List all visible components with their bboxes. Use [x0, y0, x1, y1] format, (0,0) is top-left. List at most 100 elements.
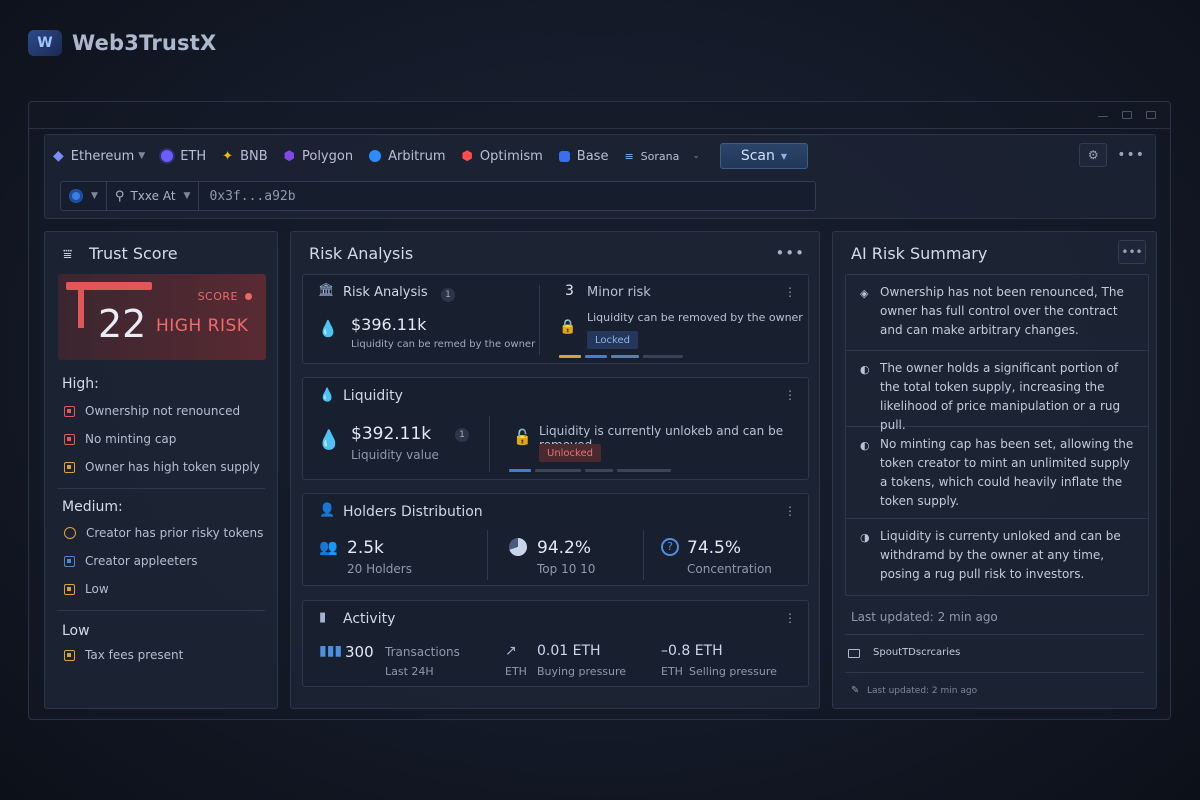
report-icon — [848, 649, 860, 658]
lock-icon: 🔓 — [513, 428, 532, 446]
concentration-caption: Concentration — [687, 562, 772, 576]
more-options-icon[interactable]: ••• — [775, 244, 805, 262]
ai-risk-summary-panel: AI Risk Summary ••• ◈ Ownership has not … — [832, 231, 1157, 709]
more-options-icon[interactable]: ⋮ — [784, 611, 796, 625]
risk-analysis-panel: Risk Analysis ••• 🏛 Risk Analysis 1 💧 $3… — [290, 231, 820, 709]
summary-text: No minting cap has been set, allowing th… — [880, 437, 1134, 508]
scan-label: Scan — [740, 148, 775, 164]
risk-item: Low — [64, 582, 109, 596]
bar-chart-icon: ▮▮▮ — [319, 643, 343, 659]
filter-icon: ⩸ — [63, 245, 73, 263]
chain-label: Arbitrum — [388, 148, 446, 164]
trust-score-value: 22 — [98, 302, 147, 346]
divider — [643, 530, 644, 580]
solana-icon: ≡ — [624, 149, 634, 163]
divider — [57, 488, 265, 489]
risk-item-label: Ownership not renounced — [85, 404, 241, 418]
scan-button[interactable]: Scan ▼ — [719, 143, 808, 169]
transactions-count: 300 — [345, 643, 374, 661]
close-icon[interactable] — [1146, 111, 1156, 119]
score-label: SCORE — [197, 290, 238, 303]
info-icon — [64, 555, 75, 567]
chain-optimism[interactable]: ⬢ Optimism — [462, 149, 543, 164]
chain-arbitrum[interactable]: Arbitrum — [369, 148, 446, 164]
risk-item: Tax fees present — [64, 648, 183, 662]
settings-button[interactable]: ⚙ — [1079, 143, 1108, 167]
chevron-down-icon: ▼ — [91, 191, 98, 201]
chain-ethereum[interactable]: ◆ Ethereum ▼ — [53, 148, 145, 164]
brand[interactable]: W Web3TrustX — [28, 30, 216, 56]
more-options-icon[interactable]: ⋮ — [784, 285, 796, 299]
card-title: Liquidity — [343, 388, 403, 404]
ai-summary-list: ◈ Ownership has not been renounced, The … — [845, 274, 1149, 596]
list-item: ◐ The owner holds a significant portion … — [846, 351, 1148, 432]
droplet-icon: 💧 — [318, 319, 338, 338]
arbitrum-icon — [369, 150, 382, 162]
progress-segment — [643, 355, 683, 358]
optimism-icon: ⬢ — [461, 148, 473, 164]
chain-base[interactable]: Base — [558, 149, 608, 164]
risk-item: Owner has high token supply — [64, 460, 260, 474]
count-badge: 1 — [441, 288, 455, 302]
progress-segment — [585, 469, 613, 472]
info-icon: ◐ — [860, 363, 870, 376]
chain-sorana[interactable]: ≡ Sorana ⌄ — [624, 150, 699, 163]
chain-bnb[interactable]: ✦ BNB — [222, 149, 267, 164]
droplet-icon: 💧 — [319, 388, 336, 403]
address-type-dropdown[interactable]: ⚲ Txxe At ▼ — [107, 182, 200, 210]
bnb-icon: ✦ — [222, 148, 234, 164]
sell-unit: ETH — [661, 665, 683, 678]
pie-chart-icon — [509, 538, 527, 556]
info-icon: ◐ — [860, 439, 870, 452]
risk-item: No minting cap — [64, 432, 176, 446]
buy-unit: ETH — [505, 665, 527, 678]
card-title: Risk Analysis — [343, 285, 428, 300]
last-updated: Last updated: 2 min ago — [851, 610, 998, 624]
count-badge: 1 — [455, 428, 469, 442]
list-item: ◐ No minting cap has been set, allowing … — [846, 427, 1148, 519]
toolbar-actions: ⚙ ••• — [1079, 143, 1145, 167]
more-options-icon[interactable]: ⋮ — [784, 388, 796, 402]
last-updated-small: Last updated: 2 min ago — [867, 686, 978, 696]
risk-item-label: Low — [85, 582, 109, 596]
sell-pressure-caption: Selling pressure — [689, 665, 777, 678]
buy-pressure-caption: Buying pressure — [537, 665, 627, 678]
chain-polygon[interactable]: ⬢ Polygon — [284, 149, 353, 164]
concentration-value: 74.5% — [687, 538, 742, 558]
divider — [539, 285, 540, 355]
more-options-icon[interactable]: ⋮ — [784, 504, 796, 518]
score-accent — [78, 282, 84, 328]
address-type-label: Txxe At — [130, 189, 176, 203]
risk-item-label: Creator appleeters — [85, 554, 198, 568]
maximize-icon[interactable] — [1122, 111, 1132, 119]
divider — [845, 672, 1144, 673]
risk-level-badge: HIGH RISK — [156, 316, 249, 336]
info-icon: ◑ — [860, 531, 870, 544]
holders-caption: 20 Holders — [347, 562, 412, 576]
chain-eth[interactable]: ETH — [161, 149, 206, 164]
report-link[interactable]: SpoutTDscrcaries — [873, 647, 960, 658]
network-dropdown[interactable]: ▼ — [61, 182, 107, 210]
status-dot-icon — [245, 293, 252, 300]
more-options-icon[interactable]: ••• — [1117, 147, 1145, 163]
buy-pressure-value: 0.01 ETH — [537, 643, 601, 659]
bank-icon: 🏛 — [318, 283, 335, 298]
liquidity-value: $396.11k — [351, 315, 427, 334]
card-title: Activity — [343, 611, 396, 627]
risk-item: Creator appleeters — [64, 554, 198, 568]
chevron-down-icon: ▼ — [183, 191, 191, 201]
alert-icon — [64, 433, 75, 445]
minimize-icon[interactable] — [1098, 116, 1108, 117]
brand-logo-icon: W — [28, 30, 62, 56]
risk-analysis-card: 🏛 Risk Analysis 1 💧 $396.11k Liquidity c… — [302, 274, 809, 364]
main-window: ◆ Ethereum ▼ ETH ✦ BNB ⬢ Polygon Arbitru… — [28, 101, 1171, 720]
holders-count: 2.5k — [347, 538, 384, 558]
contract-address-input[interactable] — [199, 182, 815, 210]
shield-icon: ◈ — [860, 287, 869, 300]
lock-icon: 🔒 — [559, 319, 577, 335]
card-title: Holders Distribution — [343, 504, 483, 520]
chain-selector-row: ◆ Ethereum ▼ ETH ✦ BNB ⬢ Polygon Arbitru… — [53, 142, 1145, 170]
panel-title: AI Risk Summary — [851, 244, 988, 263]
trust-score-panel: ⩸ Trust Score 22 SCORE HIGH RISK High: O… — [44, 231, 278, 709]
more-options-button[interactable]: ••• — [1118, 240, 1146, 264]
